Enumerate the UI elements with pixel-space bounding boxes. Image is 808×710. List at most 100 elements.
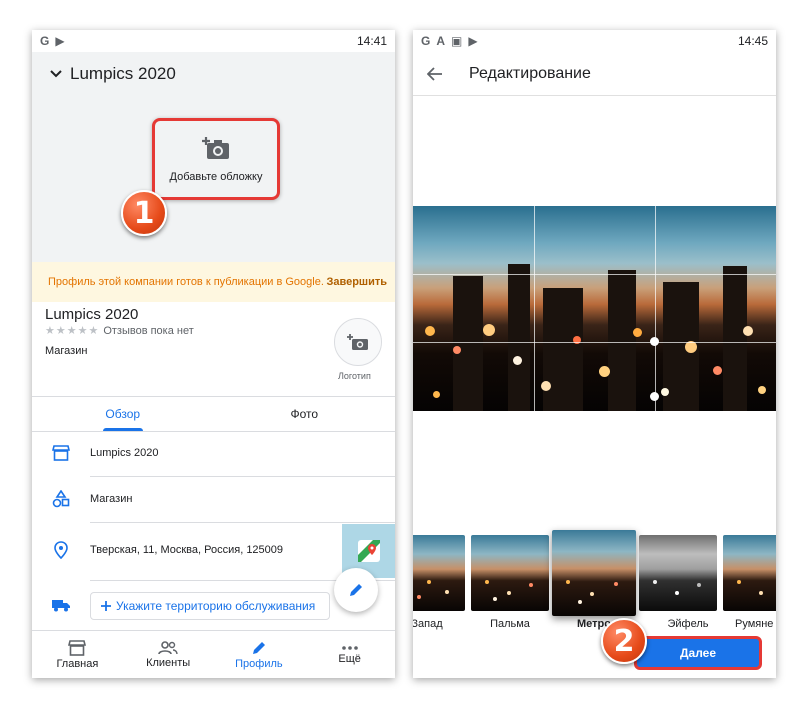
nav-clients-label: Клиенты: [146, 656, 191, 669]
step-badge-2: 2: [601, 618, 647, 664]
info-row-value: Lumpics 2020: [90, 447, 159, 459]
filter-label: Пальма: [490, 618, 530, 630]
crop-handle[interactable]: [650, 392, 659, 401]
profile-tabs: Обзор Фото: [32, 397, 395, 431]
nav-more-label: Ещё: [338, 652, 361, 665]
status-bar: G A ▣ ▶ 14:45: [413, 30, 776, 52]
status-time: 14:41: [356, 34, 387, 48]
business-name: Lumpics 2020: [45, 306, 139, 323]
bottom-navigation: Главная Клиенты Профиль Ещё: [32, 630, 395, 678]
google-status-icon: G: [421, 34, 431, 48]
arrow-back-icon: [427, 66, 442, 81]
truck-icon: [52, 600, 70, 612]
bokeh-light: [433, 391, 440, 398]
app-bar: Редактирование: [413, 52, 776, 96]
add-logo-button[interactable]: [334, 318, 382, 366]
info-row-name[interactable]: Lumpics 2020: [32, 431, 395, 475]
text-status-icon: A: [436, 34, 446, 48]
filter-label: Эйфель: [667, 618, 709, 630]
play-status-icon: ▶: [468, 34, 478, 48]
add-photo-icon: [202, 137, 229, 159]
filter-label: Румяне: [735, 618, 774, 630]
rating-stars: ★★★★★: [45, 325, 100, 337]
location-pin-icon: [54, 541, 68, 559]
google-status-icon: G: [40, 34, 50, 48]
bokeh-light: [599, 366, 610, 377]
logo-label: Логотип: [338, 371, 371, 381]
nav-more[interactable]: Ещё: [304, 631, 395, 678]
back-button[interactable]: [413, 66, 457, 81]
crop-grid-line: [413, 342, 776, 343]
bokeh-light: [661, 388, 669, 396]
status-icons: G ▶: [40, 34, 65, 48]
business-switcher[interactable]: Lumpics 2020: [50, 64, 176, 84]
bokeh-light: [483, 324, 495, 336]
info-row-value: Магазин: [90, 493, 133, 505]
nav-clients[interactable]: Клиенты: [123, 631, 214, 678]
more-icon: [341, 645, 358, 650]
business-switcher-label: Lumpics 2020: [70, 64, 176, 83]
skyline-building: [723, 266, 747, 411]
play-status-icon: ▶: [55, 34, 65, 48]
divider: [90, 522, 395, 523]
add-cover-label: Добавьте обложку: [169, 171, 263, 183]
crop-photo-preview[interactable]: [413, 206, 776, 411]
nav-home[interactable]: Главная: [32, 631, 123, 678]
bokeh-light: [453, 346, 461, 354]
status-icons: G A ▣ ▶: [421, 34, 478, 48]
bokeh-light: [425, 326, 435, 336]
bokeh-light: [758, 386, 766, 394]
tab-photos[interactable]: Фото: [214, 397, 396, 431]
filter-thumb-west[interactable]: [413, 535, 465, 611]
publish-banner-text: Профиль этой компании готов к публикации…: [48, 275, 324, 288]
category-shapes-icon: [52, 490, 70, 508]
publish-banner: Профиль этой компании готов к публикации…: [32, 262, 395, 302]
status-bar: G ▶ 14:41: [32, 30, 395, 52]
tab-overview[interactable]: Обзор: [32, 397, 214, 431]
nav-profile[interactable]: Профиль: [214, 631, 305, 678]
filter-label: Запад: [413, 618, 443, 630]
people-icon: [158, 640, 178, 654]
add-photo-icon: [347, 334, 368, 350]
nav-home-label: Главная: [56, 657, 99, 670]
pencil-icon: [350, 584, 362, 596]
crop-grid-line: [655, 206, 656, 411]
storefront-icon: [52, 445, 70, 461]
edit-fab[interactable]: [334, 568, 378, 612]
profile-screen: G ▶ 14:41 Lumpics 2020 Добавьте обложку …: [32, 30, 395, 678]
bokeh-light: [513, 356, 522, 365]
crop-handle[interactable]: [650, 337, 659, 346]
filter-thumb-blush[interactable]: [723, 535, 776, 611]
info-row-category[interactable]: Магазин: [32, 477, 395, 521]
business-category: Магазин: [45, 345, 88, 357]
filter-thumb-metro[interactable]: [552, 530, 636, 616]
info-row-address[interactable]: Тверская, 11, Москва, Россия, 125009: [32, 528, 395, 572]
skyline-building: [543, 288, 583, 411]
pencil-icon: [252, 641, 265, 654]
skyline-building: [508, 264, 530, 411]
crop-grid-line: [413, 274, 776, 275]
page-title: Редактирование: [469, 64, 591, 82]
bokeh-light: [713, 366, 722, 375]
reviews-text: Отзывов пока нет: [103, 324, 194, 337]
add-cover-button[interactable]: Добавьте обложку: [152, 118, 280, 200]
nav-profile-label: Профиль: [235, 657, 283, 670]
edit-cover-screen: G A ▣ ▶ 14:45 Редактирование Запад Пальм…: [413, 30, 776, 678]
google-maps-icon: [357, 540, 380, 562]
filter-thumb-eiffel[interactable]: [639, 535, 717, 611]
chevron-down-icon: [50, 70, 62, 78]
next-button[interactable]: Далее: [634, 636, 762, 670]
step-badge-1: 1: [121, 190, 167, 236]
service-area-label: Укажите территорию обслуживания: [116, 599, 316, 613]
filter-thumb-palm[interactable]: [471, 535, 549, 611]
rating-row: ★★★★★ Отзывов пока нет: [45, 324, 194, 338]
skyline-building: [453, 276, 483, 411]
service-area-button[interactable]: Укажите территорию обслуживания: [90, 592, 330, 620]
bokeh-light: [743, 326, 753, 336]
skyline-building: [608, 270, 636, 411]
finish-link[interactable]: Завершить: [326, 276, 387, 288]
info-row-value: Тверская, 11, Москва, Россия, 125009: [90, 544, 284, 556]
filter-strip: Запад Пальма Метро Эйфель Румяне: [413, 530, 776, 640]
bokeh-light: [633, 328, 642, 337]
bokeh-light: [541, 381, 551, 391]
